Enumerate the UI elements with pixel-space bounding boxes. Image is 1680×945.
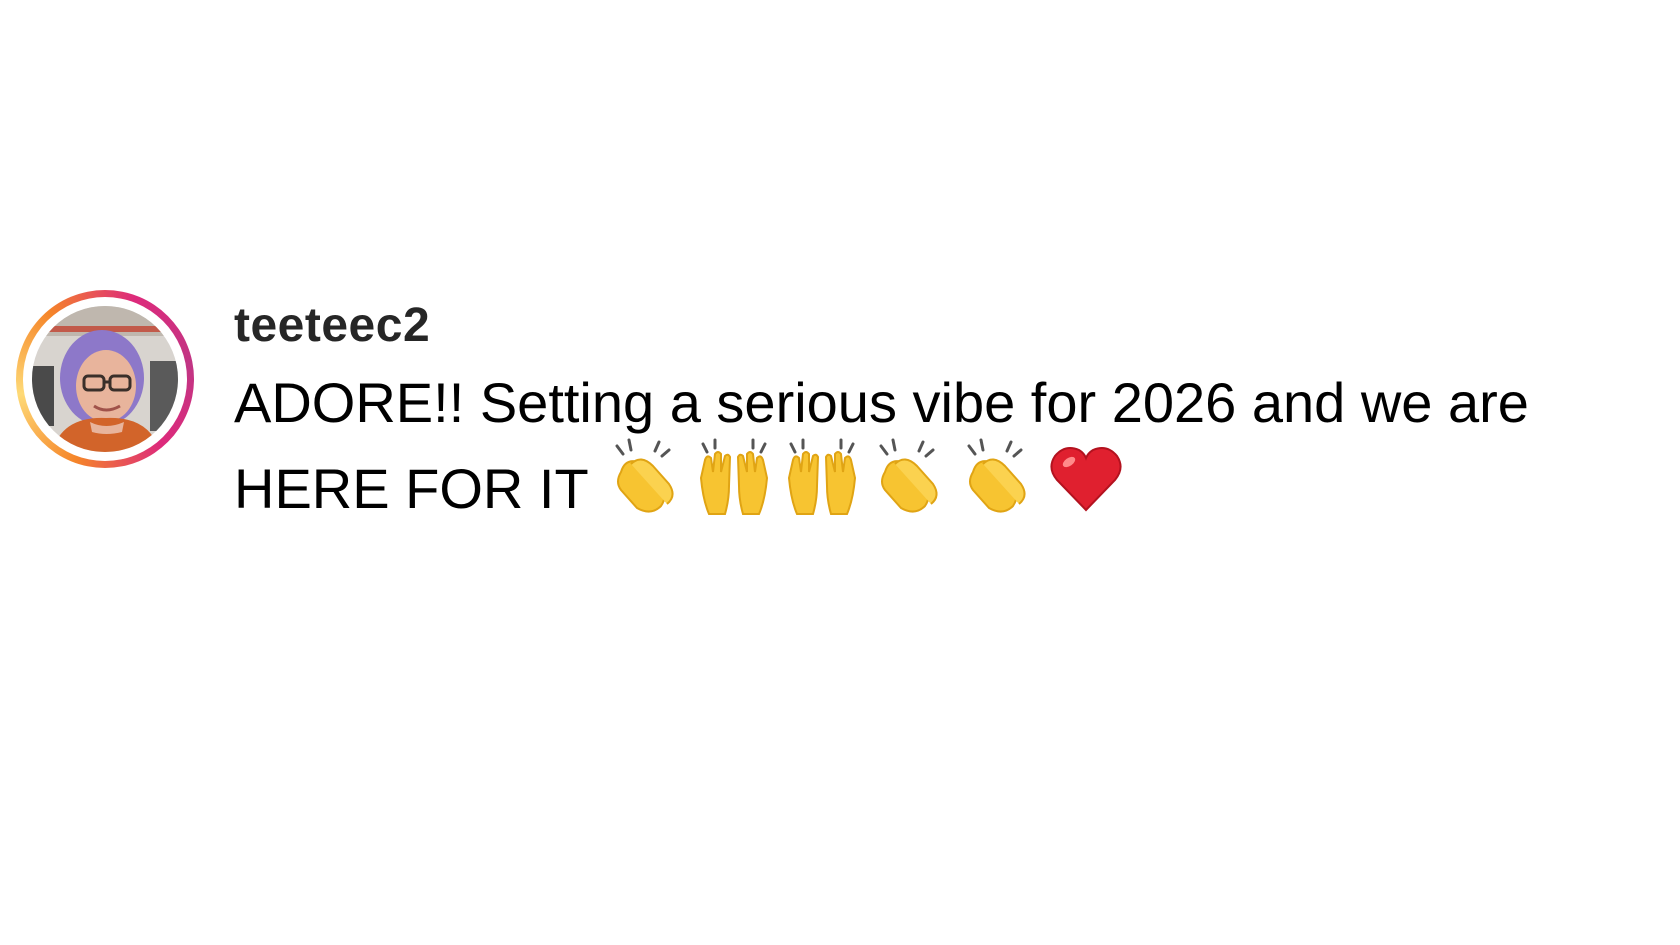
- comment-username[interactable]: teeteec2: [234, 296, 1659, 356]
- comment-text-line-2-container: HERE FOR IT: [234, 438, 1659, 524]
- clapping-hands-icon: [871, 438, 949, 516]
- comment-text: ADORE!! Setting a serious vibe for 2026 …: [234, 368, 1659, 524]
- emoji-row: [607, 438, 1135, 516]
- comment-row: teeteec2 ADORE!! Setting a serious vibe …: [16, 290, 1659, 524]
- raising-hands-icon: [695, 438, 773, 516]
- avatar-photo: [32, 306, 178, 452]
- raising-hands-icon: [783, 438, 861, 516]
- clapping-hands-icon: [959, 438, 1037, 516]
- comment-text-line-2: HERE FOR IT: [234, 457, 589, 520]
- comment-content: teeteec2 ADORE!! Setting a serious vibe …: [234, 296, 1659, 524]
- story-ring[interactable]: [16, 290, 194, 468]
- avatar[interactable]: [32, 306, 178, 452]
- avatar-frame: [23, 297, 187, 461]
- comment-text-line-1: ADORE!! Setting a serious vibe for 2026 …: [234, 371, 1529, 434]
- red-heart-icon: [1047, 438, 1125, 516]
- clapping-hands-icon: [607, 438, 685, 516]
